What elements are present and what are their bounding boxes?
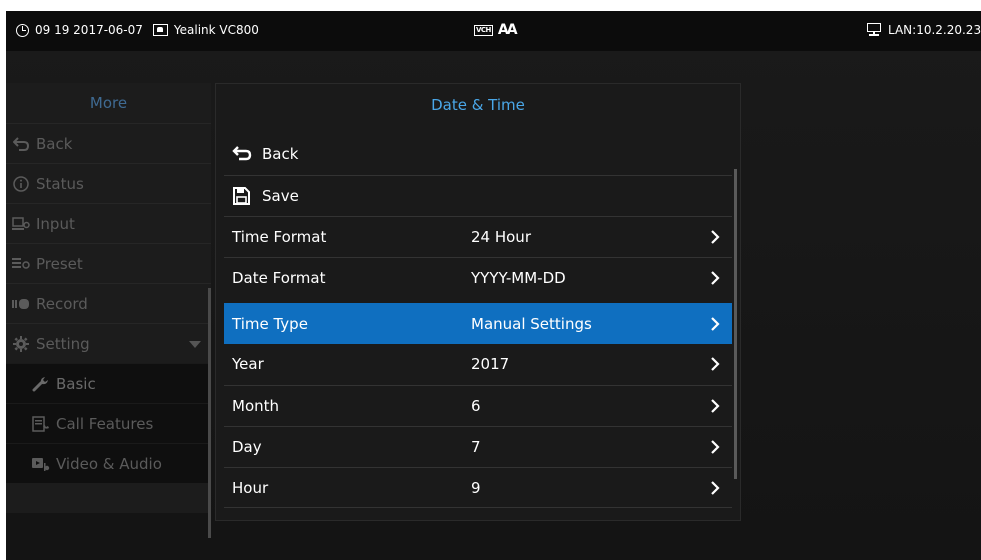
row-label: Date Format (232, 269, 326, 287)
row-value: 9 (471, 479, 481, 497)
panel-scrollbar[interactable] (734, 169, 737, 479)
row-value: YYYY-MM-DD (471, 269, 566, 287)
screen: 09 19 2017-06-07 Yealink VC800 VCH AA LA… (6, 11, 981, 560)
status-bar: 09 19 2017-06-07 Yealink VC800 VCH AA LA… (6, 11, 981, 51)
left-menu-label: Basic (56, 374, 96, 393)
save-label: Save (262, 187, 299, 205)
left-menu-title: More (89, 94, 128, 112)
row-day[interactable]: Day 7 (224, 426, 732, 467)
chevron-right-icon (711, 230, 720, 244)
info-icon (12, 175, 30, 193)
chevron-right-icon (711, 271, 720, 285)
clock-icon (16, 23, 29, 37)
save-button[interactable]: Save (224, 175, 732, 216)
panel-title: Date & Time (431, 96, 525, 114)
status-network: LAN:10.2.20.232 (888, 23, 981, 37)
row-label: Hour (232, 479, 269, 497)
chevron-right-icon (711, 440, 720, 454)
save-icon (232, 187, 254, 205)
row-label: Day (232, 438, 262, 456)
left-menu-label: Call Features (56, 414, 154, 433)
preset-icon (12, 255, 30, 273)
left-menu-item-setting[interactable]: Setting (6, 323, 211, 363)
status-left: 09 19 2017-06-07 Yealink VC800 (16, 23, 259, 37)
back-icon (12, 135, 30, 153)
video-audio-icon (32, 455, 50, 473)
status-right: LAN:10.2.20.232 (866, 23, 981, 37)
row-time-format[interactable]: Time Format 24 Hour (224, 216, 732, 257)
left-menu-scrollbar[interactable] (208, 288, 211, 538)
left-menu-item-preset[interactable]: Preset (6, 243, 211, 283)
font-size-icon[interactable]: AA (498, 22, 518, 38)
device-icon (152, 24, 168, 36)
row-year[interactable]: Year 2017 (224, 344, 732, 385)
row-month[interactable]: Month 6 (224, 385, 732, 426)
call-features-icon (32, 415, 50, 433)
vch-icon: VCH (474, 24, 493, 36)
left-menu-item-call-features[interactable]: Call Features (6, 403, 211, 443)
chevron-right-icon (711, 357, 720, 371)
left-menu-item-video-audio[interactable]: Video & Audio (6, 443, 211, 483)
left-menu-label: Status (36, 174, 84, 193)
row-value: 2017 (471, 355, 510, 373)
row-hour[interactable]: Hour 9 (224, 467, 732, 508)
left-menu: More Back Status Input Preset Record Set… (6, 83, 211, 538)
row-value: Manual Settings (471, 315, 592, 333)
left-menu-label: Preset (36, 254, 83, 273)
chevron-down-icon (189, 341, 201, 348)
back-label: Back (262, 145, 299, 163)
left-menu-label: Video & Audio (56, 454, 162, 473)
row-date-format[interactable]: Date Format YYYY-MM-DD (224, 257, 732, 298)
record-icon (12, 295, 30, 313)
left-menu-item-back[interactable]: Back (6, 123, 211, 163)
chevron-right-icon (711, 399, 720, 413)
row-value: 24 Hour (471, 228, 531, 246)
back-button[interactable]: Back (224, 134, 732, 175)
row-value: 7 (471, 438, 481, 456)
chevron-right-icon (711, 481, 720, 495)
back-icon (232, 145, 254, 163)
chevron-right-icon (711, 317, 720, 331)
row-time-type[interactable]: Time Type Manual Settings (224, 303, 732, 344)
row-label: Time Format (232, 228, 327, 246)
left-menu-label: Back (36, 134, 73, 153)
status-device-name: Yealink VC800 (173, 23, 259, 37)
status-center: VCH AA (474, 22, 518, 38)
row-value: 6 (471, 397, 481, 415)
row-label: Time Type (232, 315, 308, 333)
left-menu-item-record[interactable]: Record (6, 283, 211, 323)
left-menu-label: Record (36, 294, 88, 313)
row-label: Month (232, 397, 280, 415)
left-menu-item-status[interactable]: Status (6, 163, 211, 203)
status-datetime: 09 19 2017-06-07 (35, 23, 143, 37)
row-label: Year (232, 355, 264, 373)
lan-icon (866, 23, 882, 37)
gear-icon (12, 335, 30, 353)
wrench-icon (32, 375, 50, 393)
left-menu-label: Setting (36, 334, 90, 353)
date-time-panel: Date & Time Back Save Time Format 24 Hou… (215, 83, 741, 521)
left-menu-item-basic[interactable]: Basic (6, 363, 211, 403)
left-menu-label: Input (36, 214, 75, 233)
left-menu-item-input[interactable]: Input (6, 203, 211, 243)
input-icon (12, 215, 30, 233)
